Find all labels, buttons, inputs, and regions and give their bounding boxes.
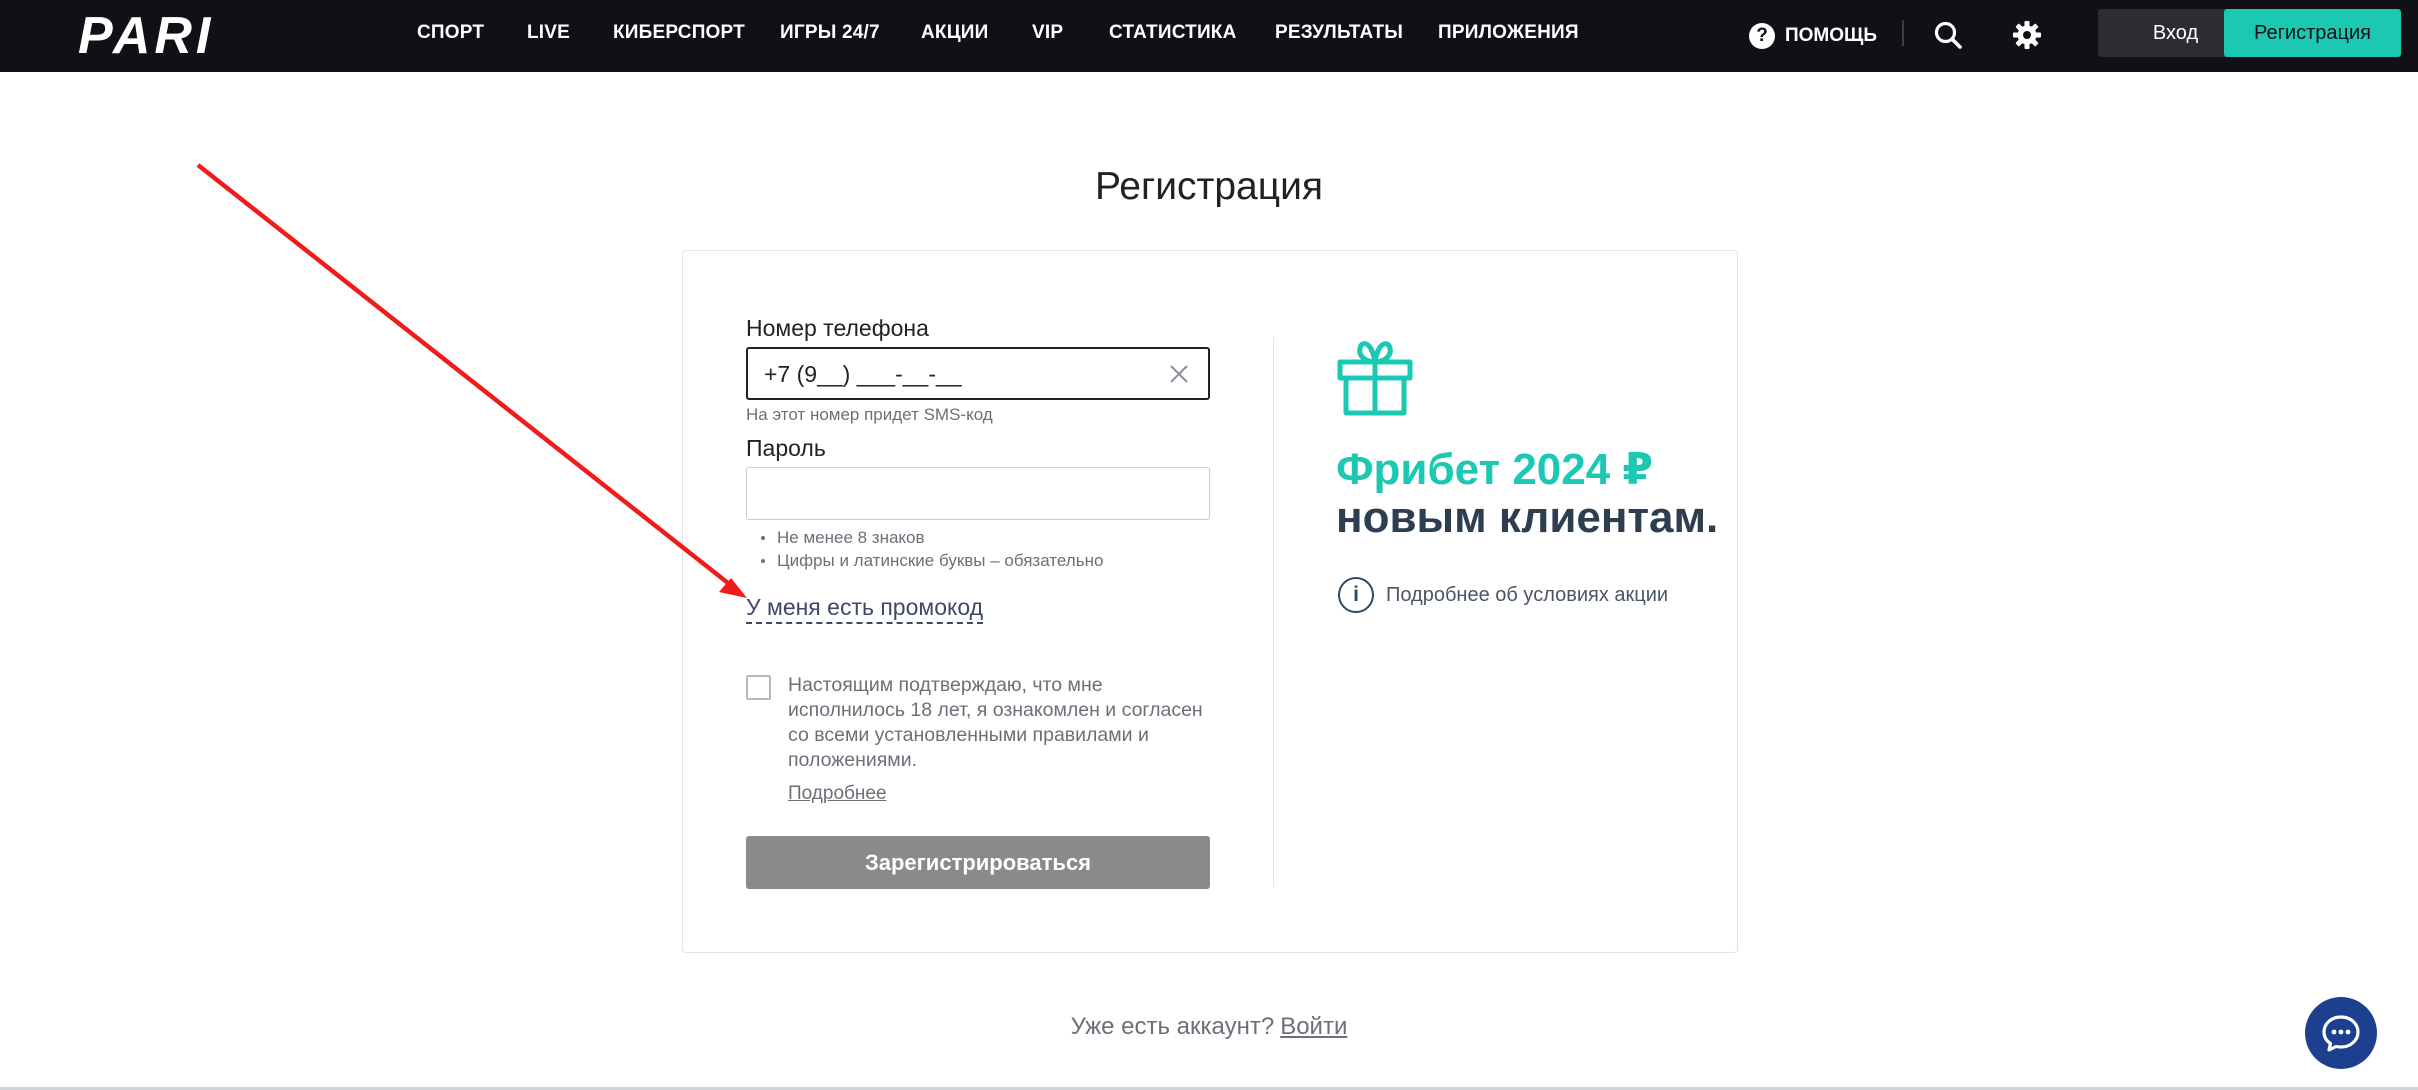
phone-label: Номер телефона [746, 315, 929, 341]
info-icon: i [1338, 577, 1374, 613]
nav-item-games[interactable]: ИГРЫ 24/7 [780, 22, 880, 44]
freebet-subtitle: новым клиентам. [1336, 493, 1719, 542]
close-icon[interactable] [1168, 363, 1190, 385]
svg-text:PARI: PARI [78, 10, 214, 60]
card-divider [1273, 337, 1274, 887]
promo-terms-link[interactable]: i Подробнее об условиях акции [1338, 577, 1668, 613]
consent-checkbox[interactable] [746, 675, 771, 700]
help-label: ПОМОЩЬ [1785, 25, 1878, 46]
password-label: Пароль [746, 435, 826, 461]
nav-item-sport[interactable]: СПОРТ [417, 22, 484, 44]
password-rule: Не менее 8 знаков [761, 526, 1103, 549]
password-field[interactable] [746, 467, 1210, 520]
password-input[interactable] [761, 479, 1191, 509]
nav-item-esport[interactable]: КИБЕРСПОРТ [613, 22, 745, 44]
freebet-amount: Фрибет 2024 ₽ [1336, 445, 1654, 494]
consent-details-link[interactable]: Подробнее [788, 783, 887, 805]
page-title: Регистрация [1095, 165, 1323, 208]
nav-item-promo[interactable]: АКЦИИ [921, 22, 989, 44]
nav-item-live[interactable]: LIVE [527, 22, 570, 44]
help-icon: ? [1749, 23, 1775, 49]
top-header: PARI СПОРТ LIVE КИБЕРСПОРТ ИГРЫ 24/7 АКЦ… [0, 0, 2418, 72]
consent-text: Настоящим подтверждаю, что мне исполнило… [788, 674, 1203, 771]
promo-code-link[interactable]: У меня есть промокод [746, 594, 984, 624]
footer-login-link[interactable]: Войти [1280, 1013, 1347, 1040]
register-button[interactable]: Регистрация [2224, 9, 2401, 57]
gear-icon[interactable] [2010, 18, 2044, 52]
nav-item-apps[interactable]: ПРИЛОЖЕНИЯ [1438, 22, 1579, 44]
chat-icon [2322, 1015, 2360, 1052]
nav-item-vip[interactable]: VIP [1032, 22, 1063, 44]
submit-register-button[interactable]: Зарегистрироваться [746, 836, 1210, 889]
phone-hint: На этот номер придет SMS-код [746, 405, 993, 424]
gift-icon [1337, 341, 1413, 416]
promo-terms-label: Подробнее об условиях акции [1386, 583, 1669, 606]
phone-input[interactable] [764, 360, 1144, 388]
nav-item-stats[interactable]: СТАТИСТИКА [1109, 22, 1237, 44]
already-have-account: Уже есть аккаунт? Войти [0, 1013, 2418, 1041]
password-rule: Цифры и латинские буквы – обязательно [761, 549, 1103, 572]
footer-question: Уже есть аккаунт? [1070, 1013, 1275, 1040]
nav-item-results[interactable]: РЕЗУЛЬТАТЫ [1275, 22, 1403, 44]
header-divider [1902, 20, 1904, 46]
help-link[interactable]: ? ПОМОЩЬ [1749, 18, 1877, 54]
phone-field[interactable] [746, 347, 1210, 400]
password-rules: Не менее 8 знаков Цифры и латинские букв… [761, 526, 1103, 572]
search-icon[interactable] [1931, 18, 1965, 52]
pari-logo[interactable]: PARI [78, 10, 284, 60]
chat-button[interactable] [2305, 997, 2377, 1069]
registration-card: Номер телефона На этот номер придет SMS-… [682, 250, 1738, 953]
